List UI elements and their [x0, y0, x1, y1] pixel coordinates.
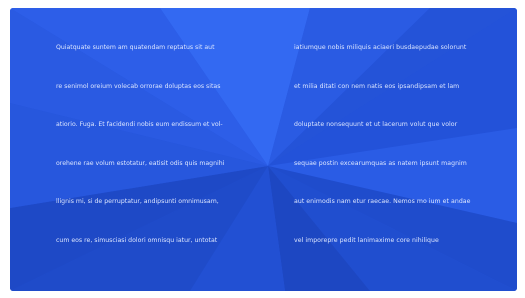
left-text-column: Quiatquate suntem am quatendam reptatus … [56, 43, 268, 275]
text-line: vel imporepre pedit lanimaxime core nihi… [294, 236, 439, 244]
text-line: llignis mi, si de perruptatur, andipsunt… [56, 198, 219, 206]
text-line: atiorio. Fuga. Et facidendi nobis eum en… [56, 121, 223, 129]
text-line: iatiumque nobis miliquis aciaeri busdaep… [294, 44, 467, 51]
text-line: Quiatquate suntem am quatendam reptatus … [56, 44, 215, 51]
text-line: et milia ditati con nem natis eos ipsand… [294, 82, 460, 90]
text-line: orehene rae volum estotatur, eatisit odi… [56, 159, 225, 167]
text-line: re senimol oreium volecab orrorae dolupt… [56, 82, 221, 90]
text-line: sequae postin excearumquas as natem ipsu… [294, 159, 467, 167]
text-line: doluptate nonsequunt et ut lacerum volut… [294, 121, 458, 129]
right-text-column: iatiumque nobis miliquis aciaeri busdaep… [294, 43, 506, 275]
hero-panel: Quiatquate suntem am quatendam reptatus … [10, 8, 517, 291]
text-columns: Quiatquate suntem am quatendam reptatus … [56, 43, 506, 275]
text-line: aut enimodis nam etur raecae. Nemos mo i… [294, 198, 471, 206]
text-line: cum eos re, simusciasi dolori omnisqu ia… [56, 236, 218, 244]
